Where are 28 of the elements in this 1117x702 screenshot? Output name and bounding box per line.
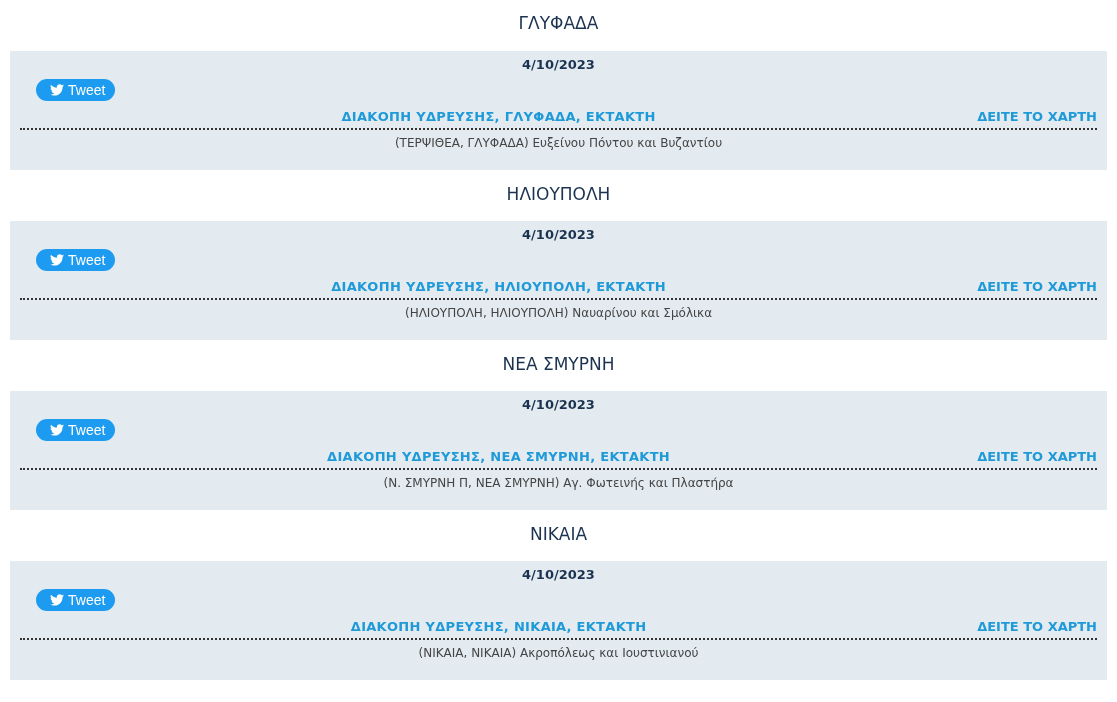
map-link[interactable]: ΔΕΙΤΕ ΤΟ ΧΑΡΤΗ xyxy=(977,108,1097,124)
area-heading: ΝΕΑ ΣΜΥΡΝΗ xyxy=(501,353,616,376)
outage-address: (ΤΕΡΨΙΘΕΑ, ΓΛΥΦΑΔΑ) Ευξείνου Πόντου και Βυζαντίου xyxy=(393,136,724,150)
map-link[interactable]: ΔΕΙΤΕ ΤΟ ΧΑΡΤΗ xyxy=(977,448,1097,464)
tweet-button[interactable]: Tweet xyxy=(36,589,116,611)
bird-icon xyxy=(50,424,64,436)
outage-title-link[interactable]: ΔΙΑΚΟΠΗ ΥΔΡΕΥΣΗΣ, ΗΛΙΟΥΠΟΛΗ, ΕΚΤΑΚΤΗ xyxy=(20,278,978,294)
outage-address: (ΝΙΚΑΙΑ, ΝΙΚΑΙΑ) Ακροπόλεως και Ιουστινιανού xyxy=(417,646,700,660)
outage-address: (Ν. ΣΜΥΡΝΗ Π, ΝΕΑ ΣΜΥΡΝΗ) Αγ. Φωτεινής και Πλαστήρα xyxy=(382,476,735,490)
map-link[interactable]: ΔΕΙΤΕ ΤΟ ΧΑΡΤΗ xyxy=(977,618,1097,634)
bird-icon xyxy=(50,84,64,96)
outage-address: (ΗΛΙΟΥΠΟΛΗ, ΗΛΙΟΥΠΟΛΗ) Ναυαρίνου και Σμόλικα xyxy=(403,306,714,320)
bird-icon xyxy=(50,254,64,266)
area-heading: ΓΛΥΦΑΔΑ xyxy=(517,12,600,35)
outage-date: 4/10/2023 xyxy=(521,227,596,243)
outage-title-link[interactable]: ΔΙΑΚΟΠΗ ΥΔΡΕΥΣΗΣ, ΓΛΥΦΑΔΑ, ΕΚΤΑΚΤΗ xyxy=(20,108,978,124)
bird-icon xyxy=(50,594,64,606)
outage-date: 4/10/2023 xyxy=(521,397,596,413)
tweet-button[interactable]: Tweet xyxy=(36,79,116,101)
outage-title-link[interactable]: ΔΙΑΚΟΠΗ ΥΔΡΕΥΣΗΣ, ΝΕΑ ΣΜΥΡΝΗ, ΕΚΤΑΚΤΗ xyxy=(20,448,978,464)
tweet-button[interactable]: Tweet xyxy=(36,419,116,441)
map-link[interactable]: ΔΕΙΤΕ ΤΟ ΧΑΡΤΗ xyxy=(977,278,1097,294)
outage-title-link[interactable]: ΔΙΑΚΟΠΗ ΥΔΡΕΥΣΗΣ, ΝΙΚΑΙΑ, ΕΚΤΑΚΤΗ xyxy=(20,618,978,634)
tweet-button[interactable]: Tweet xyxy=(36,249,116,271)
outage-date: 4/10/2023 xyxy=(521,567,596,583)
outage-date: 4/10/2023 xyxy=(521,57,596,73)
area-heading: ΗΛΙΟΥΠΟΛΗ xyxy=(505,183,612,206)
area-heading: ΝΙΚΑΙΑ xyxy=(528,523,589,546)
